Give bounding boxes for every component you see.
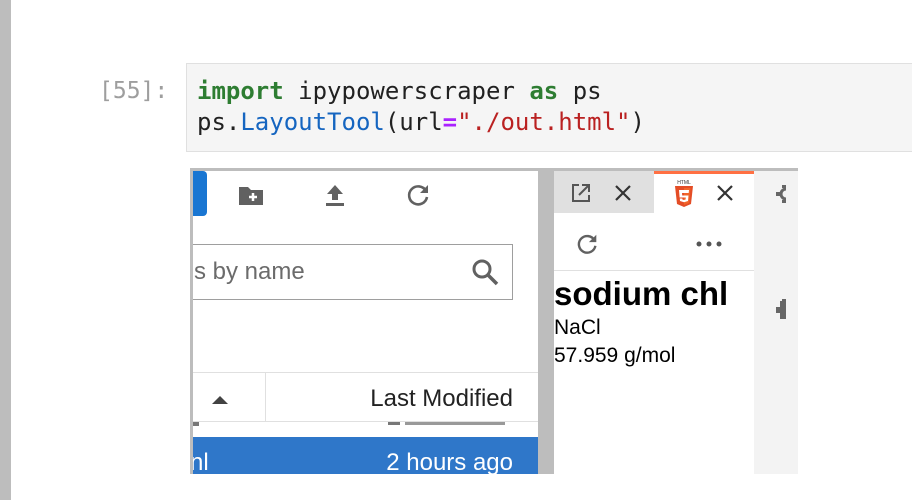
close-icon[interactable] — [610, 180, 636, 206]
launcher-button-edge[interactable] — [193, 171, 207, 216]
svg-text:HTML: HTML — [677, 180, 691, 186]
module-name: ipypowerscraper — [283, 77, 530, 105]
html-viewer-panel: HTML sodium chl NaCl 57.959 g/mol — [554, 171, 754, 474]
code-editor[interactable]: import ipypowerscraper as ps ps.LayoutTo… — [197, 76, 645, 138]
tab-html-preview[interactable]: HTML — [654, 171, 754, 216]
file-row-selected[interactable]: nl 2 hours ago — [193, 437, 538, 474]
file-list-header: Last Modified — [193, 372, 538, 422]
call-close: ) — [630, 108, 645, 136]
refresh-icon — [406, 182, 432, 213]
rendered-document: sodium chl NaCl 57.959 g/mol — [554, 274, 754, 370]
cell-prompt: [55]: — [99, 78, 169, 104]
upload-button[interactable] — [317, 179, 353, 215]
file-browser-panel: Last Modified nl 2 hours ago — [193, 171, 538, 474]
search-icon[interactable] — [470, 257, 500, 287]
puzzle-icon[interactable] — [774, 299, 786, 326]
class-name: LayoutTool — [240, 108, 385, 136]
code-cell[interactable]: import ipypowerscraper as ps ps.LayoutTo… — [186, 63, 912, 152]
html5-icon: HTML — [672, 177, 696, 209]
gear-icon[interactable] — [774, 185, 793, 208]
last-modified-column-header[interactable]: Last Modified — [370, 385, 513, 413]
file-search-box[interactable] — [193, 244, 513, 300]
operator-equals: = — [442, 108, 458, 136]
caret-up-icon — [211, 392, 229, 410]
new-folder-button[interactable] — [233, 179, 269, 215]
viewer-toolbar — [554, 216, 754, 271]
left-gutter-bar — [0, 0, 11, 500]
string-literal: "./out.html" — [457, 108, 631, 136]
right-sidebar — [754, 171, 798, 474]
object-name: ps. — [197, 108, 241, 136]
file-name: nl — [193, 449, 209, 474]
open-external-icon[interactable] — [568, 180, 594, 206]
doc-title: sodium chl — [554, 275, 729, 312]
call-open: (url — [384, 108, 443, 136]
refresh-icon[interactable] — [574, 230, 602, 258]
refresh-button[interactable] — [401, 179, 437, 215]
keyword-import: import — [197, 77, 284, 105]
new-folder-icon — [237, 183, 265, 212]
upload-icon — [324, 183, 346, 212]
module-alias: ps — [558, 77, 602, 105]
doc-formula: NaCl — [554, 316, 601, 339]
tab-external[interactable] — [554, 171, 655, 213]
cell-output: Last Modified nl 2 hours ago HTML — [190, 168, 798, 474]
doc-molar-mass: 57.959 g/mol — [554, 344, 676, 367]
file-modified: 2 hours ago — [386, 449, 513, 474]
active-tab-indicator — [654, 171, 754, 174]
file-row-clipped[interactable] — [193, 422, 538, 436]
panel-splitter[interactable] — [538, 171, 554, 474]
search-input[interactable] — [193, 245, 444, 298]
more-icon[interactable] — [694, 230, 724, 258]
keyword-as: as — [529, 77, 559, 105]
name-column-header[interactable] — [193, 373, 266, 421]
close-icon[interactable] — [712, 180, 738, 206]
